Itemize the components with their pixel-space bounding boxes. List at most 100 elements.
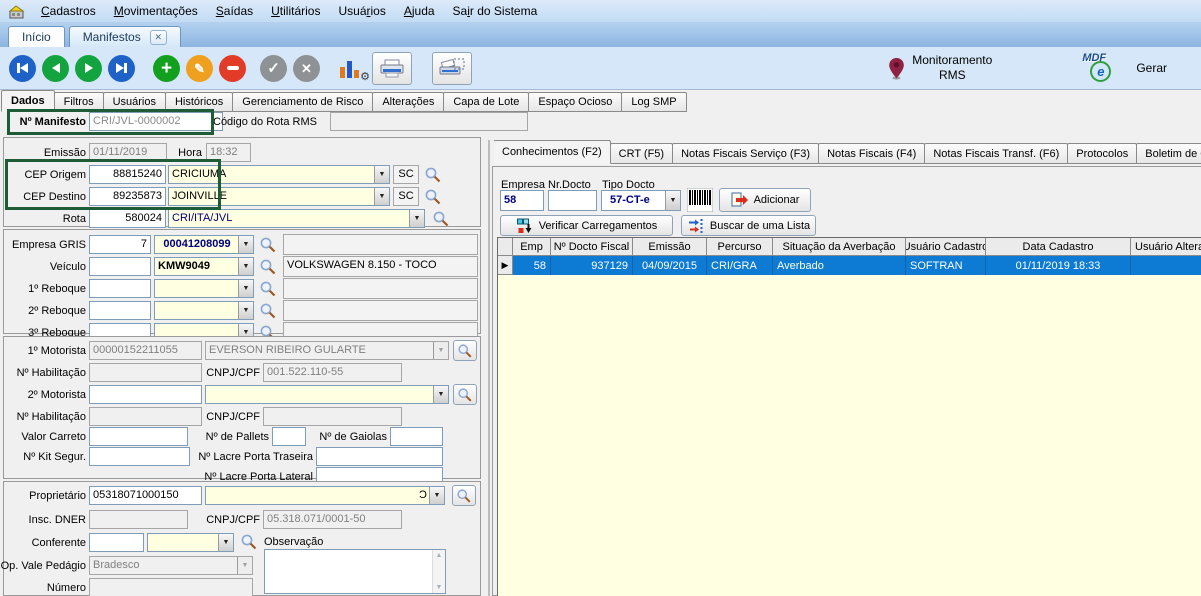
veiculo-combo[interactable]: KMW9049▼ bbox=[154, 257, 254, 276]
chevron-down-icon[interactable]: ▼ bbox=[238, 258, 253, 275]
cep-origem-field[interactable]: 88815240 bbox=[89, 165, 166, 184]
column-header-data-cadastro[interactable]: Data Cadastro bbox=[986, 238, 1131, 256]
gaiolas-field[interactable] bbox=[390, 427, 443, 446]
tipo-docto-combo[interactable]: 57-CT-e▼ bbox=[601, 190, 681, 211]
tab-log-smp[interactable]: Log SMP bbox=[621, 92, 686, 112]
tab-usuarios[interactable]: Usuários bbox=[103, 92, 166, 112]
reboque1-codigo-field[interactable] bbox=[89, 279, 151, 298]
delete-button[interactable] bbox=[219, 55, 246, 82]
table-row[interactable]: ▶ 58 937129 04/09/2015 CRI/GRA Averbado … bbox=[498, 256, 1201, 275]
cep-origem-cidade-combo[interactable]: CRICIUMA▼ bbox=[168, 165, 390, 184]
conferente-combo[interactable]: ▼ bbox=[147, 533, 234, 552]
chevron-down-icon[interactable]: ▼ bbox=[429, 487, 444, 504]
emissao-field[interactable]: 01/11/2019 bbox=[89, 143, 167, 162]
chevron-down-icon[interactable]: ▼ bbox=[238, 302, 253, 319]
motorista1-codigo-field[interactable]: 00000152211055 bbox=[89, 341, 202, 360]
tab-protocolos[interactable]: Protocolos bbox=[1067, 143, 1137, 164]
codigo-rota-field[interactable] bbox=[330, 112, 528, 131]
scrollbar[interactable]: ▲▼ bbox=[432, 550, 445, 593]
chevron-down-icon[interactable]: ▼ bbox=[409, 210, 424, 227]
habilitacao2-field[interactable] bbox=[89, 407, 202, 426]
next-record-button[interactable] bbox=[75, 55, 102, 82]
print-preview-button[interactable] bbox=[432, 52, 472, 85]
search-icon[interactable] bbox=[240, 533, 258, 551]
previous-record-button[interactable] bbox=[42, 55, 69, 82]
tab-conhecimentos[interactable]: Conhecimentos (F2) bbox=[494, 140, 611, 164]
cep-destino-field[interactable]: 89235873 bbox=[89, 187, 166, 206]
menu-utilitarios[interactable]: Utilitários bbox=[262, 2, 329, 20]
chevron-down-icon[interactable]: ▼ bbox=[238, 280, 253, 297]
motorista2-codigo-field[interactable] bbox=[89, 385, 202, 404]
proprietario-combo[interactable]: Ɔ▼ bbox=[205, 486, 445, 505]
observacao-textarea[interactable]: ▲▼ bbox=[264, 549, 446, 594]
tab-historicos[interactable]: Históricos bbox=[165, 92, 233, 112]
habilitacao1-field[interactable] bbox=[89, 363, 202, 382]
motorista2-combo[interactable]: ▼ bbox=[205, 385, 449, 404]
chevron-down-icon[interactable]: ▼ bbox=[238, 236, 253, 253]
lacre-traseira-field[interactable] bbox=[316, 447, 443, 466]
empresa-field[interactable]: 58 bbox=[500, 190, 544, 211]
barcode-button[interactable] bbox=[687, 188, 713, 215]
chevron-down-icon[interactable]: ▼ bbox=[433, 386, 448, 403]
tab-boletim-de-ocorrencia[interactable]: Boletim de Ocorrênc bbox=[1136, 143, 1201, 164]
tab-crt[interactable]: CRT (F5) bbox=[610, 143, 673, 164]
numero-field[interactable] bbox=[89, 578, 253, 596]
tab-filtros[interactable]: Filtros bbox=[54, 92, 104, 112]
rota-combo[interactable]: CRI/ITA/JVL▼ bbox=[168, 209, 425, 228]
conferente-codigo-field[interactable] bbox=[89, 533, 144, 552]
cep-destino-cidade-combo[interactable]: JOINVILLE▼ bbox=[168, 187, 390, 206]
search-icon[interactable] bbox=[259, 280, 277, 298]
valor-carreto-field[interactable] bbox=[89, 427, 188, 446]
confirm-button[interactable]: ✓ bbox=[260, 55, 287, 82]
search-icon[interactable] bbox=[424, 188, 442, 206]
reboque1-combo[interactable]: ▼ bbox=[154, 279, 254, 298]
manifesto-field[interactable]: CRI/JVL-0000002 bbox=[89, 112, 223, 131]
search-icon[interactable] bbox=[259, 258, 277, 276]
menu-saidas[interactable]: Saídas bbox=[207, 2, 262, 20]
tab-inicio[interactable]: Início bbox=[8, 26, 65, 47]
hora-field[interactable]: 18:32 bbox=[206, 143, 251, 162]
nr-docto-field[interactable] bbox=[548, 190, 597, 211]
panel-splitter[interactable] bbox=[488, 140, 490, 596]
tab-notas-fiscais-servico[interactable]: Notas Fiscais Serviço (F3) bbox=[672, 143, 819, 164]
last-record-button[interactable] bbox=[108, 55, 135, 82]
reboque2-codigo-field[interactable] bbox=[89, 301, 151, 320]
tab-notas-fiscais[interactable]: Notas Fiscais (F4) bbox=[818, 143, 925, 164]
menu-cadastros[interactable]: Cadastros bbox=[32, 2, 105, 20]
adicionar-button[interactable]: Adicionar bbox=[719, 188, 811, 212]
chart-button[interactable]: ⚙ bbox=[338, 54, 368, 82]
search-icon[interactable] bbox=[424, 166, 442, 184]
buscar-de-uma-lista-button[interactable]: Buscar de uma Lista bbox=[681, 215, 816, 236]
motorista1-combo[interactable]: EVERSON RIBEIRO GULARTE▼ bbox=[205, 341, 449, 360]
tab-manifestos[interactable]: Manifestos ✕ bbox=[69, 26, 181, 47]
chevron-down-icon[interactable]: ▼ bbox=[665, 191, 680, 210]
column-header-docto-fiscal[interactable]: Nº Docto Fiscal bbox=[551, 238, 633, 256]
verificar-carregamentos-button[interactable]: Verificar Carregamentos bbox=[500, 215, 673, 236]
first-record-button[interactable] bbox=[9, 55, 36, 82]
proprietario-codigo-field[interactable]: 05318071000150 bbox=[89, 486, 202, 505]
menu-sair-do-sistema[interactable]: Sair do Sistema bbox=[444, 2, 547, 20]
monitoramento-rms-button[interactable]: Monitoramento RMS bbox=[888, 53, 992, 83]
motorista2-search-button[interactable] bbox=[453, 384, 477, 405]
print-button[interactable] bbox=[372, 52, 412, 85]
tab-espaco-ocioso[interactable]: Espaço Ocioso bbox=[528, 92, 622, 112]
insc-dner-field[interactable] bbox=[89, 510, 188, 529]
tab-dados[interactable]: Dados bbox=[1, 90, 55, 112]
chevron-down-icon[interactable]: ▼ bbox=[218, 534, 233, 551]
scroll-up-icon[interactable]: ▲ bbox=[436, 552, 443, 559]
column-header-emp[interactable]: Emp bbox=[513, 238, 551, 256]
menu-movimentacoes[interactable]: Movimentações bbox=[105, 2, 207, 20]
scroll-down-icon[interactable]: ▼ bbox=[436, 584, 443, 591]
tab-alteracoes[interactable]: Alterações bbox=[372, 92, 444, 112]
gerar-button[interactable]: Gerar bbox=[1136, 61, 1167, 75]
veiculo-codigo-field[interactable] bbox=[89, 257, 151, 276]
reboque2-combo[interactable]: ▼ bbox=[154, 301, 254, 320]
kit-segur-field[interactable] bbox=[89, 447, 190, 466]
motorista1-cpf-field[interactable]: 001.522.110-55 bbox=[263, 363, 402, 382]
empresa-gris-field[interactable]: 7 bbox=[89, 235, 151, 254]
chevron-down-icon[interactable]: ▼ bbox=[374, 166, 389, 183]
cancel-button[interactable]: ✕ bbox=[293, 55, 320, 82]
search-icon[interactable] bbox=[259, 236, 277, 254]
pallets-field[interactable] bbox=[272, 427, 306, 446]
tab-notas-fiscais-transf[interactable]: Notas Fiscais Transf. (F6) bbox=[924, 143, 1068, 164]
